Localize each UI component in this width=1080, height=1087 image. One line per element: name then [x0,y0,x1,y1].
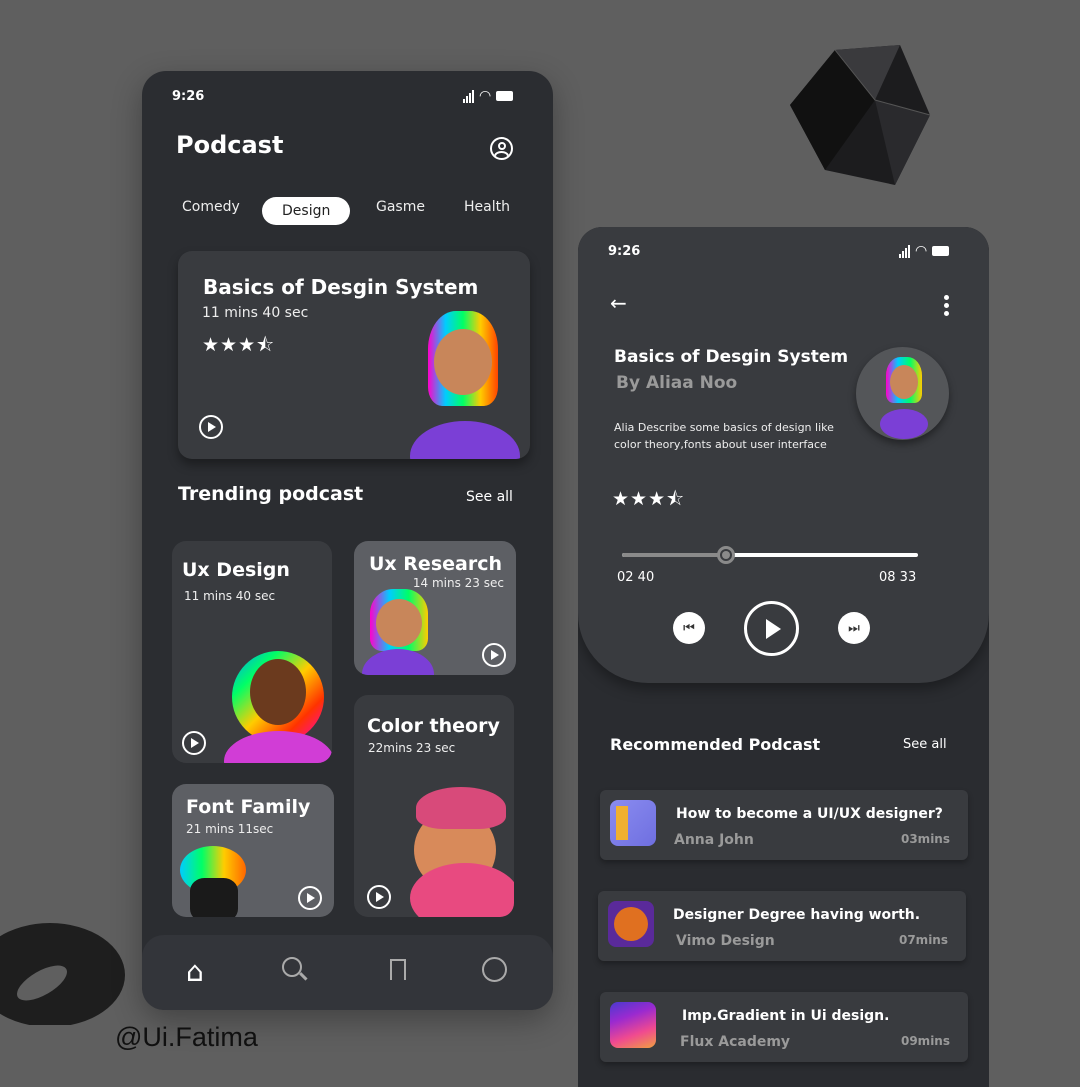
signal-icon [463,89,474,103]
decorative-torus [0,923,125,1025]
signal-icon [899,244,910,258]
featured-duration: 11 mins 40 sec [202,305,309,321]
search-icon[interactable] [282,957,308,981]
podcast-player-screen: 9:26 ◠ ← Basics of Desgin System By Alia… [578,227,989,1087]
recommended-item[interactable]: How to become a UI/UX designer? Anna Joh… [600,790,968,860]
battery-icon [932,246,950,256]
wifi-icon: ◠ [915,243,928,259]
episode-title: Basics of Desgin System [614,347,849,367]
progress-handle[interactable] [716,546,735,564]
card-title: Font Family [186,796,311,818]
play-pause-button[interactable] [744,601,799,656]
progress-slider[interactable] [622,546,918,564]
trending-see-all[interactable]: See all [466,489,513,505]
wifi-icon: ◠ [479,88,492,104]
page-title: Podcast [176,131,284,159]
recommended-item[interactable]: Designer Degree having worth. Vimo Desig… [598,891,966,961]
status-icons: ◠ [899,243,950,259]
player-panel: 9:26 ◠ ← Basics of Desgin System By Alia… [578,227,989,683]
card-duration: 11 mins 40 sec [184,589,276,603]
item-duration: 09mins [900,1034,950,1048]
rating-stars: ★★★⯪ [202,334,276,356]
trending-card-color-theory[interactable]: Color theory 22mins 23 sec [354,695,514,917]
profile-icon[interactable] [490,137,513,160]
recommended-see-all[interactable]: See all [903,737,947,752]
avatar-woman-rainbow-hair [400,311,530,459]
rating-stars: ★★★⯪ [612,488,686,510]
podcast-home-screen: 9:26 ◠ Podcast Comedy Design Gasme Healt… [142,71,553,1010]
card-title: Ux Design [182,559,290,581]
profile-nav-icon[interactable] [482,957,507,982]
item-duration: 03mins [900,832,950,846]
decorative-polyhedron [790,45,931,185]
previous-icon[interactable]: ⏮ [673,612,705,644]
play-icon[interactable] [182,731,206,755]
card-title: Ux Research [369,553,502,575]
thumbnail-gradient [610,1002,656,1048]
card-duration: 21 mins 11sec [186,822,274,836]
item-duration: 07mins [898,933,948,947]
item-author: Vimo Design [676,933,775,949]
card-title: Color theory [367,715,500,737]
status-time: 9:26 [608,244,641,259]
total-time: 08 33 [879,570,917,585]
description-line-1: Alia Describe some basics of design like [614,421,834,434]
more-options-icon[interactable] [944,295,949,316]
home-icon[interactable]: ⌂ [186,955,204,988]
back-arrow-icon[interactable]: ← [610,291,627,315]
item-title: Imp.Gradient in Ui design. [682,1008,890,1024]
thumbnail-bookshelf [610,800,656,846]
trending-card-font-family[interactable]: Font Family 21 mins 11sec [172,784,334,917]
tab-design[interactable]: Design [262,197,351,225]
battery-icon [496,91,514,101]
recommended-title: Recommended Podcast [610,735,821,754]
play-icon[interactable] [199,415,223,439]
trending-card-ux-research[interactable]: Ux Research 14 mins 23 sec [354,541,516,675]
tab-gasme[interactable]: Gasme [376,199,425,215]
item-author: Anna John [674,832,754,848]
status-icons: ◠ [463,88,514,104]
trending-card-ux-design[interactable]: Ux Design 11 mins 40 sec [172,541,332,763]
description-line-2: color theory,fonts about user interface [614,438,827,451]
tab-comedy[interactable]: Comedy [182,199,240,215]
progress-fill [622,553,726,557]
item-author: Flux Academy [680,1034,791,1050]
bookmark-icon[interactable] [390,959,406,980]
episode-author: By Aliaa Noo [616,373,738,393]
play-icon [766,618,781,639]
featured-title: Basics of Desgin System [203,275,479,299]
thumbnail-graduate [608,901,654,947]
card-duration: 22mins 23 sec [368,741,456,755]
elapsed-time: 02 40 [617,570,655,585]
next-icon[interactable]: ⏭ [838,612,870,644]
bottom-nav: ⌂ [142,935,553,1010]
featured-podcast-card[interactable]: Basics of Desgin System 11 mins 40 sec ★… [178,251,530,459]
card-duration: 14 mins 23 sec [412,576,504,590]
host-avatar [856,347,949,440]
tab-health[interactable]: Health [464,199,510,215]
play-icon[interactable] [482,643,506,667]
play-icon[interactable] [298,886,322,910]
item-title: Designer Degree having worth. [673,907,921,923]
play-icon[interactable] [367,885,391,909]
watermark: @Ui.Fatima [115,1022,258,1052]
item-title: How to become a UI/UX designer? [676,806,943,822]
recommended-item[interactable]: Imp.Gradient in Ui design. Flux Academy … [600,992,968,1062]
trending-title: Trending podcast [178,483,364,505]
status-time: 9:26 [172,89,205,104]
